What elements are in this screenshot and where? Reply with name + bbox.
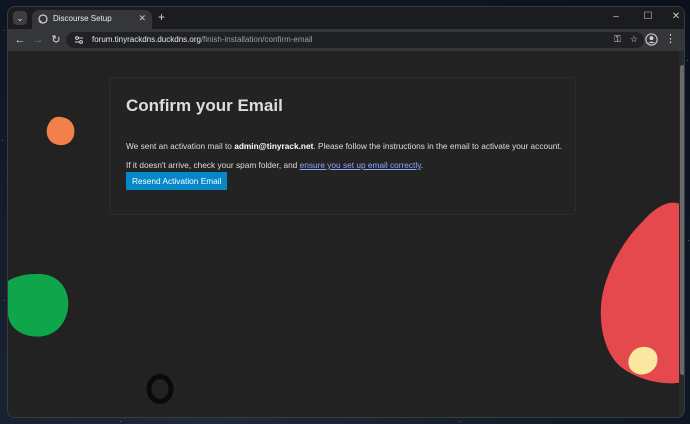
star (2, 140, 3, 141)
browser-window: ⌄ Discourse Setup ✕ + – ☐ ✕ ← → ↻ forum.… (7, 6, 685, 418)
close-window-icon[interactable]: ✕ (668, 11, 684, 22)
page-title: Confirm your Email (126, 96, 283, 115)
yellow-blob-decoration (628, 346, 658, 375)
confirm-email-card: Confirm your Email We sent an activation… (109, 77, 576, 215)
discourse-favicon-icon (38, 14, 48, 24)
tab-search-button[interactable]: ⌄ (13, 11, 27, 25)
kebab-menu-icon[interactable]: ⋮ (665, 32, 676, 45)
black-ring-decoration (146, 374, 174, 404)
page-content: Confirm your Email We sent an activation… (8, 51, 684, 417)
tab-title: Discourse Setup (53, 14, 112, 23)
profile-avatar-icon[interactable] (645, 33, 658, 46)
resend-activation-email-button[interactable]: Resend Activation Email (126, 172, 228, 190)
activation-message: We sent an activation mail to admin@tiny… (126, 141, 562, 151)
admin-email: admin@tinyrack.net (234, 141, 314, 151)
minimize-icon[interactable]: – (608, 11, 624, 22)
password-key-icon[interactable]: ⚿ (614, 34, 621, 45)
spam-hint-suffix: . (420, 160, 424, 170)
url-domain: forum.tinyrackdns.duckdns.org (92, 35, 201, 44)
activation-message-prefix: We sent an activation mail to (126, 141, 235, 151)
tab-strip: ⌄ Discourse Setup ✕ + – ☐ ✕ (8, 7, 684, 29)
email-setup-guide-link[interactable]: ensure you set up email correctly (300, 160, 421, 170)
star (687, 60, 688, 61)
maximize-icon[interactable]: ☐ (640, 11, 656, 22)
site-info-icon[interactable] (74, 35, 84, 45)
browser-toolbar: ← → ↻ forum.tinyrackdns.duckdns.org/fini… (8, 29, 684, 51)
star (120, 421, 121, 422)
spam-folder-hint: If it doesn't arrive, check your spam fo… (126, 160, 423, 170)
tab-close-icon[interactable]: ✕ (138, 13, 146, 24)
forward-arrow-icon[interactable]: → (31, 33, 45, 47)
tab-discourse-setup[interactable]: Discourse Setup ✕ (32, 10, 152, 29)
activation-message-suffix: . Please follow the instructions in the … (313, 141, 562, 151)
address-bar[interactable]: forum.tinyrackdns.duckdns.org/finish-ins… (66, 32, 644, 48)
reload-icon[interactable]: ↻ (49, 33, 63, 47)
url-path: /finish-installation/confirm-email (200, 35, 313, 44)
star (4, 300, 5, 301)
star (3, 30, 4, 31)
star (460, 421, 461, 422)
bookmark-star-icon[interactable]: ☆ (630, 34, 638, 45)
page-scrollbar[interactable] (679, 51, 684, 417)
back-arrow-icon[interactable]: ← (13, 33, 27, 47)
spam-hint-prefix: If it doesn't arrive, check your spam fo… (126, 160, 300, 170)
orange-blob-decoration (46, 116, 75, 146)
scrollbar-thumb[interactable] (680, 65, 684, 375)
url-text: forum.tinyrackdns.duckdns.org/finish-ins… (92, 35, 313, 44)
new-tab-icon[interactable]: + (158, 10, 165, 24)
green-blob-decoration (8, 273, 69, 337)
chevron-down-icon: ⌄ (16, 13, 24, 23)
star (688, 240, 689, 241)
